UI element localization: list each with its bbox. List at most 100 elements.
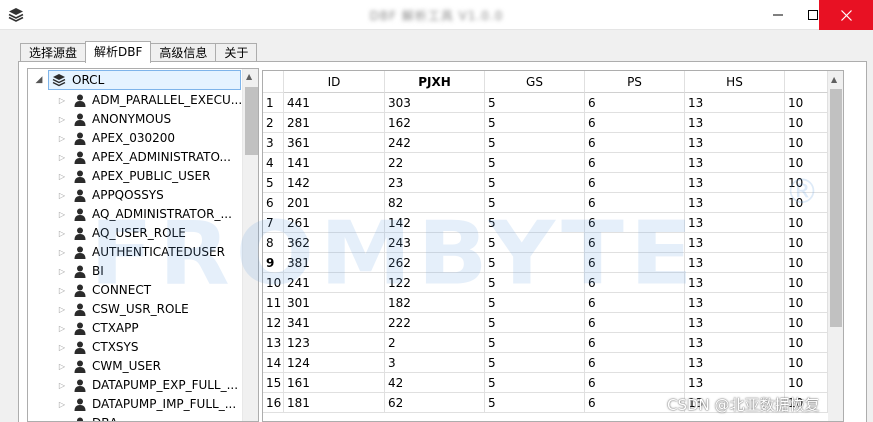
grid-cell[interactable]: 13 xyxy=(685,393,785,413)
grid-cell[interactable]: 241 xyxy=(284,273,385,293)
grid-cell[interactable]: 6 xyxy=(585,233,685,253)
row-header[interactable]: 13 xyxy=(263,333,284,353)
expand-triangle-icon[interactable]: ▷ xyxy=(57,400,67,410)
data-grid[interactable]: ID PJXH GS PS HS 1 441 303 5 6 13 10 2 281 162 5 6 13 10 3 3… xyxy=(262,70,844,422)
tree-item[interactable]: ▷ BI xyxy=(28,262,242,281)
tree-scrollbar[interactable]: ▲ xyxy=(242,69,258,421)
grid-cell[interactable]: 5 xyxy=(485,173,585,193)
grid-cell[interactable]: 13 xyxy=(685,233,785,253)
grid-cell[interactable]: 5 xyxy=(485,273,585,293)
tree-item[interactable]: ▷ AQ_USER_ROLE xyxy=(28,224,242,243)
grid-cell[interactable]: 13 xyxy=(685,313,785,333)
grid-cell[interactable]: 161 xyxy=(284,373,385,393)
grid-cell[interactable]: 13 xyxy=(685,253,785,273)
grid-cell[interactable]: 142 xyxy=(385,213,485,233)
grid-cell[interactable]: 5 xyxy=(485,253,585,273)
tree-item[interactable]: ▷ CSW_USR_ROLE xyxy=(28,300,242,319)
grid-cell[interactable]: 6 xyxy=(585,293,685,313)
expand-triangle-icon[interactable]: ▷ xyxy=(57,343,67,353)
expand-triangle-icon[interactable]: ▷ xyxy=(57,362,67,372)
grid-cell[interactable]: 441 xyxy=(284,93,385,113)
grid-cell[interactable]: 10 xyxy=(785,393,828,413)
grid-cell[interactable]: 6 xyxy=(585,193,685,213)
row-header[interactable]: 15 xyxy=(263,373,284,393)
grid-cell[interactable]: 5 xyxy=(485,113,585,133)
tree-scroll-thumb[interactable] xyxy=(245,87,258,155)
grid-cell[interactable]: 5 xyxy=(485,93,585,113)
row-header[interactable]: 11 xyxy=(263,293,284,313)
grid-cell[interactable]: 3 xyxy=(385,353,485,373)
row-header[interactable]: 1 xyxy=(263,93,284,113)
grid-cell[interactable]: 42 xyxy=(385,373,485,393)
schema-tree[interactable]: ◢ ORCL ▷ ADM_PARALLEL_EXECU... ▷ ANONYMOUS ▷… xyxy=(27,68,259,422)
grid-cell[interactable]: 13 xyxy=(685,93,785,113)
expand-triangle-icon[interactable]: ▷ xyxy=(57,134,67,144)
grid-cell[interactable]: 10 xyxy=(785,213,828,233)
column-header[interactable] xyxy=(785,71,828,93)
column-header[interactable]: GS xyxy=(485,71,585,93)
grid-cell[interactable]: 5 xyxy=(485,133,585,153)
grid-cell[interactable]: 10 xyxy=(785,153,828,173)
grid-cell[interactable]: 6 xyxy=(585,93,685,113)
grid-cell[interactable]: 6 xyxy=(585,113,685,133)
grid-cell[interactable]: 281 xyxy=(284,113,385,133)
grid-cell[interactable]: 142 xyxy=(284,173,385,193)
row-header[interactable]: 9 xyxy=(263,253,284,273)
grid-cell[interactable]: 13 xyxy=(685,273,785,293)
grid-cell[interactable]: 10 xyxy=(785,193,828,213)
row-header[interactable]: 4 xyxy=(263,153,284,173)
grid-cell[interactable]: 23 xyxy=(385,173,485,193)
grid-cell[interactable]: 6 xyxy=(585,153,685,173)
grid-cell[interactable]: 162 xyxy=(385,113,485,133)
grid-cell[interactable]: 6 xyxy=(585,373,685,393)
tree-item[interactable]: ▷ CTXSYS xyxy=(28,338,242,357)
tab-parse-dbf[interactable]: 解析DBF xyxy=(85,41,152,63)
grid-cell[interactable]: 6 xyxy=(585,273,685,293)
grid-cell[interactable]: 5 xyxy=(485,373,585,393)
grid-cell[interactable]: 181 xyxy=(284,393,385,413)
tab-about[interactable]: 关于 xyxy=(215,43,258,62)
tree-item[interactable]: ▷ CONNECT xyxy=(28,281,242,300)
row-header[interactable]: 6 xyxy=(263,193,284,213)
row-header[interactable]: 12 xyxy=(263,313,284,333)
grid-cell[interactable]: 10 xyxy=(785,133,828,153)
grid-cell[interactable]: 13 xyxy=(685,133,785,153)
grid-cell[interactable]: 13 xyxy=(685,173,785,193)
grid-cell[interactable]: 13 xyxy=(685,153,785,173)
grid-cell[interactable]: 13 xyxy=(685,213,785,233)
grid-cell[interactable]: 13 xyxy=(685,353,785,373)
expand-triangle-icon[interactable]: ▷ xyxy=(57,267,67,277)
grid-cell[interactable]: 243 xyxy=(385,233,485,253)
grid-cell[interactable]: 10 xyxy=(785,93,828,113)
grid-cell[interactable]: 262 xyxy=(385,253,485,273)
row-header[interactable]: 3 xyxy=(263,133,284,153)
tree-item[interactable]: ▷ AQ_ADMINISTRATOR_... xyxy=(28,205,242,224)
grid-cell[interactable]: 13 xyxy=(685,373,785,393)
grid-cell[interactable]: 6 xyxy=(585,253,685,273)
grid-cell[interactable]: 10 xyxy=(785,313,828,333)
tree-item[interactable]: ▷DBA xyxy=(28,414,242,421)
tree-item[interactable]: ▷ ANONYMOUS xyxy=(28,110,242,129)
grid-cell[interactable]: 10 xyxy=(785,253,828,273)
expand-triangle-icon[interactable]: ▷ xyxy=(57,210,67,220)
column-header[interactable]: ID xyxy=(284,71,385,93)
grid-cell[interactable]: 10 xyxy=(785,273,828,293)
grid-cell[interactable]: 10 xyxy=(785,233,828,253)
grid-cell[interactable]: 5 xyxy=(485,313,585,333)
close-button[interactable] xyxy=(819,0,873,30)
grid-cell[interactable]: 6 xyxy=(585,313,685,333)
grid-cell[interactable]: 10 xyxy=(785,113,828,133)
grid-cell[interactable]: 5 xyxy=(485,153,585,173)
grid-cell[interactable]: 123 xyxy=(284,333,385,353)
grid-cell[interactable]: 6 xyxy=(585,213,685,233)
column-header[interactable]: PS xyxy=(585,71,685,93)
grid-cell[interactable]: 5 xyxy=(485,353,585,373)
expand-triangle-icon[interactable]: ▷ xyxy=(57,229,67,239)
tree-item[interactable]: ▷ CTXAPP xyxy=(28,319,242,338)
row-header[interactable]: 14 xyxy=(263,353,284,373)
tab-select-source[interactable]: 选择源盘 xyxy=(20,43,87,62)
expand-triangle-icon[interactable]: ▷ xyxy=(57,115,67,125)
tree-root-orcl[interactable]: ◢ ORCL xyxy=(28,70,258,90)
grid-cell[interactable]: 6 xyxy=(585,133,685,153)
grid-cell[interactable]: 10 xyxy=(785,173,828,193)
